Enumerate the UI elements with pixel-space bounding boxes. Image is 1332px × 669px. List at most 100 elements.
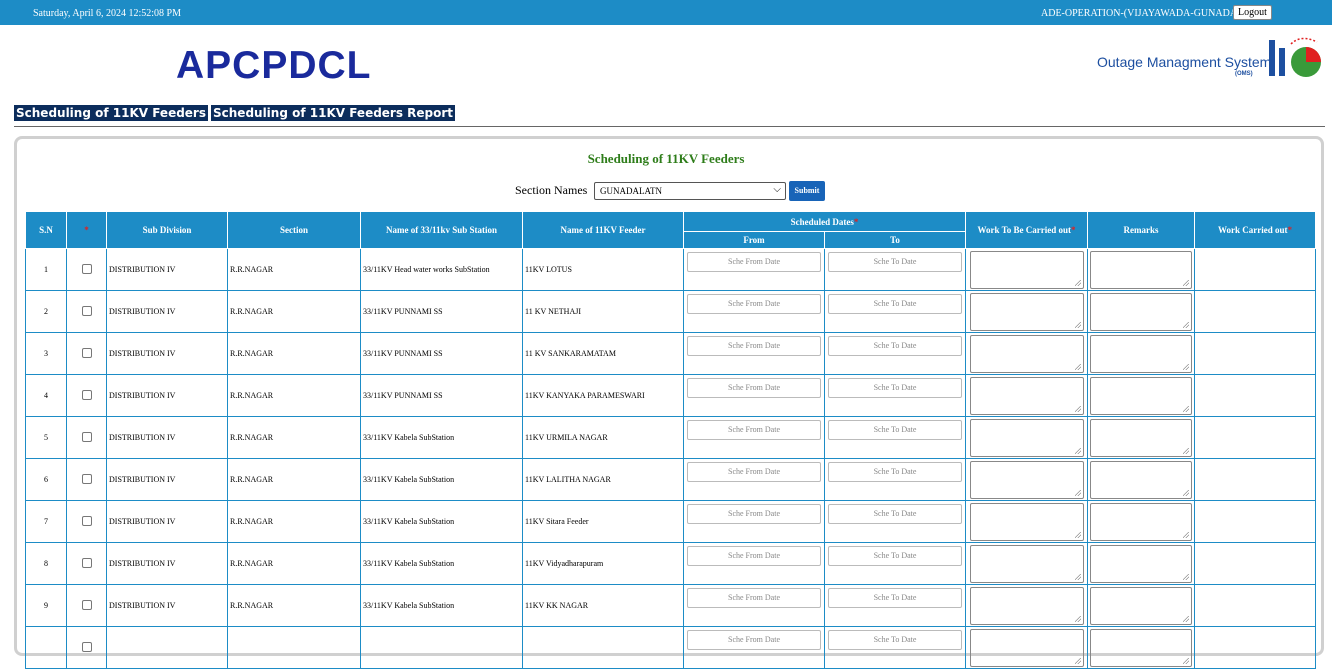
- cell-work-carried: [1194, 374, 1316, 417]
- row-checkbox[interactable]: [81, 473, 92, 484]
- to-date-input[interactable]: Sche To Date: [828, 293, 962, 314]
- to-date-input[interactable]: Sche To Date: [828, 587, 962, 608]
- remarks-textarea[interactable]: [1090, 292, 1192, 331]
- from-date-input[interactable]: Sche From Date: [687, 419, 821, 440]
- cell-subdivision: DISTRIBUTION IV: [106, 500, 228, 543]
- nav-links: Scheduling of 11KV Feeders Scheduling of …: [14, 105, 458, 121]
- from-date-input[interactable]: Sche From Date: [687, 251, 821, 272]
- cell-sn: 6: [25, 458, 67, 501]
- to-date-input[interactable]: Sche To Date: [828, 503, 962, 524]
- remarks-textarea[interactable]: [1090, 376, 1192, 415]
- row-checkbox[interactable]: [81, 641, 92, 652]
- nav-report-link[interactable]: Scheduling of 11KV Feeders Report: [211, 105, 456, 121]
- remarks-textarea[interactable]: [1090, 586, 1192, 625]
- col-work-carried: Work Carried out*: [1194, 211, 1316, 249]
- cell-from: Sche From Date: [683, 500, 825, 543]
- row-checkbox[interactable]: [81, 305, 92, 316]
- row-checkbox[interactable]: [81, 599, 92, 610]
- work-textarea[interactable]: [969, 544, 1084, 583]
- cell-remarks: [1087, 290, 1195, 333]
- row-checkbox[interactable]: [81, 515, 92, 526]
- col-work: Work To Be Carried out*: [965, 211, 1088, 249]
- logout-button[interactable]: Logout: [1233, 5, 1272, 20]
- cell-sn: 3: [25, 332, 67, 375]
- cell-work: [965, 290, 1088, 333]
- user-name: ADE-OPERATION-(VIJAYAWADA-GUNADALA): [1041, 8, 1254, 19]
- col-subdivision: Sub Division: [106, 211, 228, 249]
- to-date-input[interactable]: Sche To Date: [828, 545, 962, 566]
- work-textarea[interactable]: [969, 376, 1084, 415]
- work-textarea[interactable]: [969, 502, 1084, 541]
- row-checkbox[interactable]: [81, 557, 92, 568]
- cell-from: Sche From Date: [683, 374, 825, 417]
- remarks-textarea[interactable]: [1090, 334, 1192, 373]
- cell-subdivision: DISTRIBUTION IV: [106, 458, 228, 501]
- oms-text: Outage Managment System: [1097, 54, 1272, 70]
- cell-select: [66, 332, 107, 375]
- from-date-input[interactable]: Sche From Date: [687, 377, 821, 398]
- work-textarea[interactable]: [969, 418, 1084, 457]
- cell-subdivision: DISTRIBUTION IV: [106, 290, 228, 333]
- section-select[interactable]: GUNADALATN ⌵: [594, 182, 786, 200]
- cell-subdivision: DISTRIBUTION IV: [106, 416, 228, 459]
- from-date-input[interactable]: Sche From Date: [687, 587, 821, 608]
- cell-sn: 9: [25, 584, 67, 627]
- remarks-textarea[interactable]: [1090, 502, 1192, 541]
- row-checkbox[interactable]: [81, 431, 92, 442]
- work-textarea[interactable]: [969, 292, 1084, 331]
- chevron-down-icon: ⌵: [773, 184, 781, 195]
- remarks-textarea[interactable]: [1090, 628, 1192, 667]
- from-date-input[interactable]: Sche From Date: [687, 503, 821, 524]
- cell-feeder: 11KV URMILA NAGAR: [522, 416, 684, 459]
- work-textarea[interactable]: [969, 628, 1084, 667]
- submit-button[interactable]: Submit: [789, 181, 825, 201]
- work-textarea[interactable]: [969, 586, 1084, 625]
- to-date-input[interactable]: Sche To Date: [828, 377, 962, 398]
- to-date-input[interactable]: Sche To Date: [828, 335, 962, 356]
- cell-work: [965, 500, 1088, 543]
- remarks-textarea[interactable]: [1090, 418, 1192, 457]
- from-date-input[interactable]: Sche From Date: [687, 293, 821, 314]
- remarks-textarea[interactable]: [1090, 544, 1192, 583]
- table-row: 3 DISTRIBUTION IV R.R.NAGAR 33/11KV PUNNAMI…: [25, 332, 1316, 375]
- cell-sn: 4: [25, 374, 67, 417]
- cell-select: [66, 458, 107, 501]
- to-date-input[interactable]: Sche To Date: [828, 461, 962, 482]
- cell-work-carried: [1194, 542, 1316, 585]
- row-checkbox[interactable]: [81, 347, 92, 358]
- from-date-input[interactable]: Sche From Date: [687, 335, 821, 356]
- cell-to: Sche To Date: [824, 458, 966, 501]
- from-date-input[interactable]: Sche From Date: [687, 461, 821, 482]
- table-row: 6 DISTRIBUTION IV R.R.NAGAR 33/11KV Kabela …: [25, 458, 1316, 501]
- cell-section: R.R.NAGAR: [227, 374, 361, 417]
- cell-from: Sche From Date: [683, 416, 825, 459]
- nav-scheduling-link[interactable]: Scheduling of 11KV Feeders: [14, 105, 208, 121]
- to-date-input[interactable]: Sche To Date: [828, 629, 962, 650]
- row-checkbox[interactable]: [81, 263, 92, 274]
- cell-to: Sche To Date: [824, 248, 966, 291]
- row-checkbox[interactable]: [81, 389, 92, 400]
- work-textarea[interactable]: [969, 250, 1084, 289]
- cell-select: [66, 374, 107, 417]
- work-textarea[interactable]: [969, 460, 1084, 499]
- from-date-input[interactable]: Sche From Date: [687, 629, 821, 650]
- cell-select: [66, 500, 107, 543]
- cell-feeder: 11 KV NETHAJI: [522, 290, 684, 333]
- cell-work-carried: [1194, 500, 1316, 543]
- table-row: 2 DISTRIBUTION IV R.R.NAGAR 33/11KV PUNNAMI…: [25, 290, 1316, 333]
- cell-feeder: 11KV LOTUS: [522, 248, 684, 291]
- cell-select: [66, 248, 107, 291]
- remarks-textarea[interactable]: [1090, 460, 1192, 499]
- cell-section: R.R.NAGAR: [227, 416, 361, 459]
- cell-substation: 33/11KV Kabela SubStation: [360, 416, 523, 459]
- to-date-input[interactable]: Sche To Date: [828, 251, 962, 272]
- cell-sn: [25, 626, 67, 669]
- remarks-textarea[interactable]: [1090, 250, 1192, 289]
- oms-graphic-icon: [1269, 37, 1321, 77]
- work-textarea[interactable]: [969, 334, 1084, 373]
- from-date-input[interactable]: Sche From Date: [687, 545, 821, 566]
- cell-select: [66, 416, 107, 459]
- table-row: 5 DISTRIBUTION IV R.R.NAGAR 33/11KV Kabela …: [25, 416, 1316, 459]
- col-substation: Name of 33/11kv Sub Station: [360, 211, 523, 249]
- to-date-input[interactable]: Sche To Date: [828, 419, 962, 440]
